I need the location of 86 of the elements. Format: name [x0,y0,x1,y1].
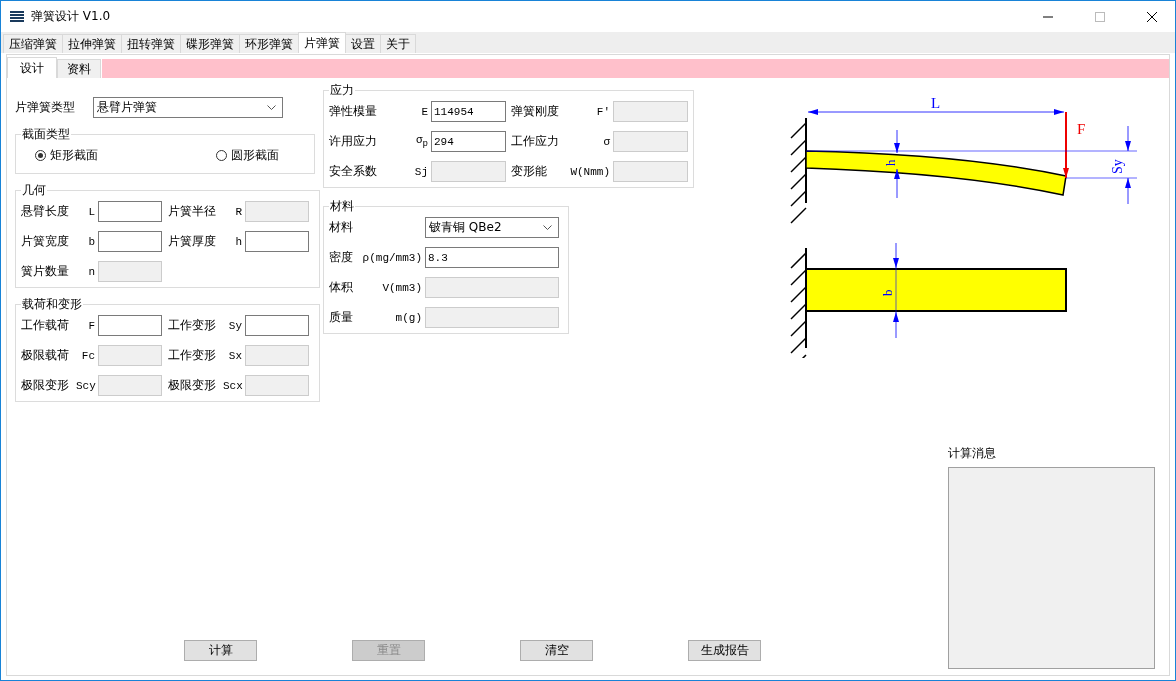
field-label: 工作变形 [168,317,217,334]
symbol-label: ρ(mg/mm3) [361,251,423,264]
panel-title: 计算消息 [948,445,997,462]
deflection-label: Sy [1110,159,1125,174]
thickness-label: h [883,159,898,166]
field-label: 簧片数量 [21,263,70,280]
symbol-label: m(g) [394,311,423,324]
maximize-icon [1095,11,1105,22]
field-label: 片簧宽度 [21,233,70,250]
symbol-label: n [87,265,96,278]
input-field[interactable]: 294 [431,131,506,152]
field-label: 弹簧刚度 [511,103,560,120]
group-title: 载荷和变形 [21,296,83,313]
tab[interactable]: 压缩弹簧 [3,34,63,53]
symbol-label: V(mm3) [381,281,423,294]
symbol-label: Sx [227,349,243,362]
field-label: 片簧厚度 [168,233,217,250]
radio-option[interactable]: 圆形截面 [216,147,279,164]
symbol-label: b [87,235,96,248]
field-label: 工作变形 [168,347,217,364]
tab[interactable]: 资料 [57,59,101,78]
tab[interactable]: 片弹簧 [298,32,346,53]
symbol-label: F′ [595,105,611,118]
symbol-label: Scy [76,379,97,392]
symbol-label: W(Nmm) [569,165,611,178]
close-icon [1147,11,1157,22]
group-title: 应力 [329,82,355,99]
chevron-down-icon [543,225,552,230]
symbol-label: F [87,319,96,332]
spring-type-dropdown[interactable]: 悬臂片弹簧 [93,97,283,118]
tab[interactable]: 设计 [7,57,57,78]
field-label: 质量 [329,309,354,326]
field-label: 材料 [329,219,354,236]
chevron-down-icon [267,105,276,110]
material-dropdown[interactable]: 铍青铜 QBe2 [425,217,559,238]
field-label: 安全系数 [329,163,378,180]
field-label: 变形能 [511,163,548,180]
symbol-label: h [234,235,243,248]
group-title: 几何 [21,182,47,199]
symbol-label: R [234,205,243,218]
symbol-label: Sy [227,319,243,332]
tab[interactable]: 扭转弹簧 [121,34,181,53]
symbol-label: Scx [223,379,244,392]
input-field[interactable] [245,231,309,252]
field-label: 许用应力 [329,133,378,150]
input-field[interactable]: 8.3 [425,247,559,268]
symbol-label: Sj [413,165,429,178]
field-label: 工作载荷 [21,317,70,334]
field-label: 极限变形 [168,377,217,394]
field-label: 极限变形 [21,377,70,394]
tab[interactable]: 碟形弹簧 [180,34,240,53]
minimize-icon [1043,15,1053,18]
symbol-label: σ [602,135,611,148]
app-icon [9,8,25,25]
field-label: 悬臂长度 [21,203,70,220]
window-title: 弹簧设计 V1.0 [31,8,112,25]
tab[interactable]: 设置 [345,34,381,53]
field-label: 密度 [329,249,354,266]
field-label: 片簧半径 [168,203,217,220]
width-label: b [880,289,895,296]
action-button[interactable]: 计算 [184,640,257,661]
symbol-label: L [87,205,96,218]
tab[interactable]: 拉伸弹簧 [62,34,122,53]
field-label: 弹性模量 [329,103,378,120]
input-field[interactable] [245,315,309,336]
input-field[interactable] [98,231,162,252]
field-label: 体积 [329,279,354,296]
force-arrow [1063,111,1069,179]
input-field[interactable]: 114954 [431,101,506,122]
symbol-label: E [420,105,429,118]
field-label: 极限载荷 [21,347,70,364]
radio-option[interactable]: 矩形截面 [35,147,98,164]
group-title: 截面类型 [21,126,71,143]
input-field[interactable] [98,315,162,336]
symbol-label: σ$_{p}$ [414,133,429,150]
action-button[interactable]: 清空 [520,640,593,661]
group-title: 材料 [329,198,355,215]
input-field[interactable] [98,201,162,222]
tab[interactable]: 环形弹簧 [239,34,299,53]
field-label: 工作应力 [511,133,560,150]
length-label: L [931,95,941,111]
force-label: F [1077,121,1086,137]
field-label: 片弹簧类型 [15,99,76,116]
symbol-label: Fc [80,349,96,362]
tab[interactable]: 关于 [380,34,416,53]
action-button[interactable]: 生成报告 [688,640,761,661]
